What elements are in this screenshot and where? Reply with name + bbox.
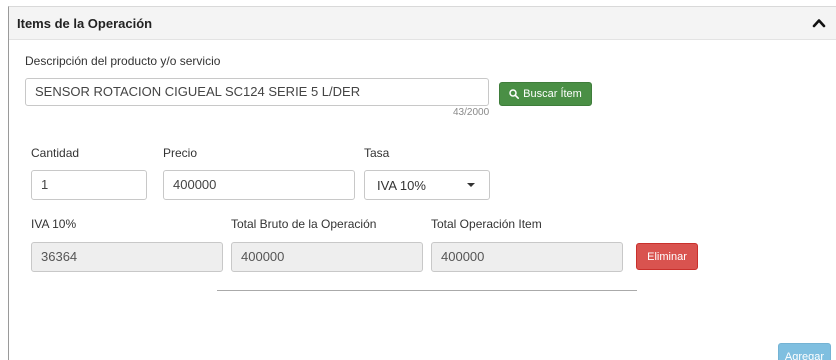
panel-header: Items de la Operación [9,7,836,40]
iva-field: 36364 [31,242,223,272]
description-label: Descripción del producto y/o servicio [25,54,221,68]
gross-total-label: Total Bruto de la Operación [231,217,377,231]
caret-down-icon [467,183,475,187]
price-label: Precio [163,146,198,160]
price-input[interactable]: 400000 [163,170,355,200]
rate-label: Tasa [364,146,390,160]
search-icon [509,89,520,99]
rate-select[interactable]: IVA 10% [364,170,490,200]
description-counter: 43/2000 [453,107,490,118]
description-input[interactable]: SENSOR ROTACION CIGUEAL SC124 SERIE 5 L/… [25,78,489,106]
gross-total-field: 400000 [231,242,423,272]
rate-select-value: IVA 10% [377,178,426,193]
item-total-field: 400000 [431,242,623,272]
quantity-input[interactable]: 1 [31,170,147,200]
chevron-up-icon[interactable] [812,16,826,30]
search-button-label: Buscar Ítem [523,88,582,100]
quantity-label: Cantidad [31,146,80,160]
item-total-label: Total Operación Item [431,217,542,231]
delete-button[interactable]: Eliminar [636,243,698,270]
divider [217,290,637,291]
add-button[interactable]: Agregar [778,343,831,360]
search-item-button[interactable]: Buscar Ítem [499,82,592,106]
iva-label: IVA 10% [31,217,77,231]
panel-title: Items de la Operación [17,16,153,31]
